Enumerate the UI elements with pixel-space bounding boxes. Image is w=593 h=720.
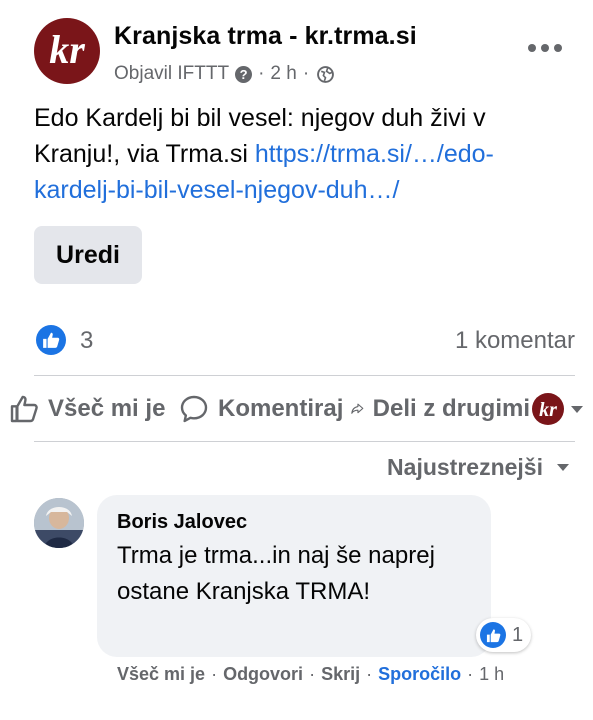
thumbs-up-icon bbox=[486, 628, 500, 642]
post-meta: Objavil IFTTT ? · 2 h · bbox=[114, 63, 335, 85]
kr-logo-icon: kr bbox=[539, 399, 557, 421]
edit-button[interactable]: Uredi bbox=[34, 226, 142, 284]
chevron-down-icon bbox=[557, 464, 569, 471]
share-as-avatar[interactable]: kr bbox=[532, 393, 564, 425]
post-time[interactable]: 2 h bbox=[270, 63, 296, 85]
separator-dot: · bbox=[258, 63, 265, 84]
comment-count[interactable]: 1 komentar bbox=[455, 327, 575, 355]
comment-actions: Všeč mi je · Odgovori · Skrij · Sporočil… bbox=[117, 664, 504, 685]
share-button-content: Deli z drugimi bbox=[350, 393, 530, 425]
more-dot bbox=[554, 44, 562, 52]
page-name-link[interactable]: Kranjska trma - kr.trma.si bbox=[114, 22, 417, 51]
separator-dot: · bbox=[467, 664, 474, 684]
more-dot bbox=[528, 44, 536, 52]
like-button-label: Všeč mi je bbox=[48, 395, 166, 422]
share-button[interactable]: Deli z drugimi bbox=[350, 393, 530, 425]
thumbs-up-outline-icon bbox=[10, 395, 38, 423]
separator-dot: · bbox=[211, 664, 218, 684]
separator-dot: · bbox=[309, 664, 316, 684]
like-count[interactable]: 3 bbox=[80, 327, 93, 355]
share-avatar-text: kr bbox=[539, 399, 557, 421]
help-icon[interactable]: ? bbox=[235, 65, 253, 83]
page-avatar[interactable]: kr bbox=[34, 18, 100, 84]
chevron-down-icon[interactable] bbox=[571, 406, 583, 413]
comment-button-label: Komentiraj bbox=[218, 395, 344, 422]
comment-button[interactable]: Komentiraj bbox=[178, 393, 343, 425]
comment-reaction-count: 1 bbox=[512, 623, 524, 646]
published-by[interactable]: Objavil IFTTT bbox=[114, 63, 229, 85]
post-text: Edo Kardelj bi bil vesel: njegov duh živ… bbox=[34, 100, 574, 208]
comment-sort-dropdown[interactable]: Najustreznejši bbox=[387, 454, 569, 481]
like-button[interactable]: Všeč mi je bbox=[8, 393, 165, 425]
separator-dot: · bbox=[302, 63, 310, 84]
globe-icon[interactable] bbox=[317, 65, 335, 83]
thumbs-up-icon bbox=[43, 332, 60, 348]
like-reaction-icon bbox=[480, 622, 506, 648]
comment-text: Trma je trma...in naj še naprej ostane K… bbox=[117, 542, 435, 605]
comment-reactions[interactable]: 1 bbox=[476, 618, 532, 652]
comment-like-button[interactable]: Všeč mi je bbox=[117, 664, 205, 685]
logo-text: kr bbox=[49, 27, 85, 72]
profile-photo-icon bbox=[34, 498, 84, 548]
comment-author[interactable]: Boris Jalovec bbox=[117, 511, 247, 534]
more-dot bbox=[541, 44, 549, 52]
comment-icon bbox=[180, 395, 208, 423]
share-icon bbox=[351, 403, 364, 414]
divider bbox=[34, 375, 575, 376]
more-options-icon[interactable] bbox=[528, 36, 562, 60]
comment-message-button[interactable]: Sporočilo bbox=[378, 664, 461, 685]
separator-dot: · bbox=[366, 664, 373, 684]
sort-label: Najustreznejši bbox=[387, 454, 543, 480]
kr-logo-icon: kr bbox=[49, 27, 85, 72]
avatar[interactable] bbox=[34, 498, 84, 548]
comment-hide-button[interactable]: Skrij bbox=[321, 664, 360, 685]
divider bbox=[34, 441, 575, 442]
like-reaction-icon[interactable] bbox=[36, 325, 66, 355]
comment-reply-button[interactable]: Odgovori bbox=[223, 664, 303, 685]
comment-time[interactable]: 1 h bbox=[479, 664, 504, 685]
share-button-label: Deli z drugimi bbox=[372, 395, 530, 422]
